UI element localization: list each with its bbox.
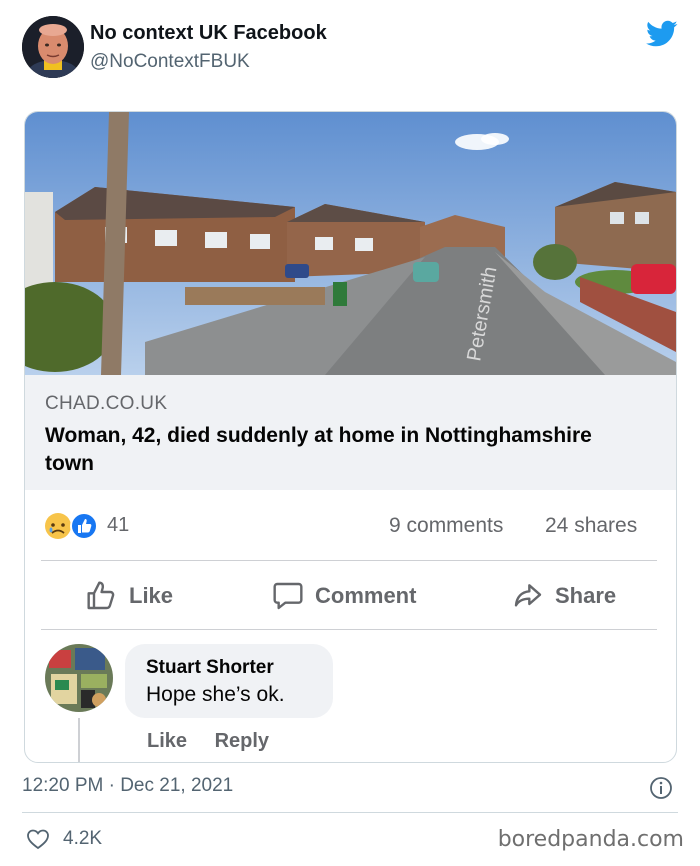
sad-reaction-icon xyxy=(45,513,71,539)
author-name[interactable]: No context UK Facebook xyxy=(90,22,327,45)
comments-count[interactable]: 9 comments xyxy=(389,514,503,538)
comment-button[interactable]: Comment xyxy=(271,579,416,613)
share-button-label: Share xyxy=(555,583,617,608)
twitter-bird-icon[interactable] xyxy=(646,20,678,48)
like-reaction-icon xyxy=(70,512,98,540)
reply-thread-line xyxy=(78,718,80,762)
reaction-icons[interactable] xyxy=(43,511,103,541)
info-icon[interactable] xyxy=(649,776,673,800)
commenter-avatar[interactable] xyxy=(45,644,113,712)
divider xyxy=(22,812,678,813)
comment-bubble-icon xyxy=(273,582,303,610)
share-button[interactable]: Share xyxy=(511,579,616,613)
like-button[interactable]: Like xyxy=(85,579,173,613)
comment-bubble: Stuart Shorter Hope she’s ok. xyxy=(125,644,333,718)
share-arrow-icon xyxy=(514,584,542,607)
thumbs-up-icon xyxy=(87,581,115,610)
link-title[interactable]: Woman, 42, died suddenly at home in Nott… xyxy=(45,422,605,478)
comment-reply-link[interactable]: Reply xyxy=(215,730,269,752)
author-handle[interactable]: @NoContextFBUK xyxy=(90,51,250,73)
like-button-label: Like xyxy=(129,583,174,608)
link-source: CHAD.CO.UK xyxy=(45,393,168,414)
comment-actions: Like Reply xyxy=(147,730,291,753)
facebook-post-embed: Petersmith CHAD.CO.UK Woman, 42, died su… xyxy=(24,111,677,763)
comment-like-link[interactable]: Like xyxy=(147,730,187,752)
comment-text: Hope she’s ok. xyxy=(146,683,285,706)
site-watermark: boredpanda.com xyxy=(497,827,684,852)
heart-icon[interactable] xyxy=(26,828,50,850)
shares-count[interactable]: 24 shares xyxy=(545,514,637,538)
divider xyxy=(41,629,657,630)
comment-button-label: Comment xyxy=(315,583,417,608)
tweet-like-count[interactable]: 4.2K xyxy=(63,828,102,850)
comment-author[interactable]: Stuart Shorter xyxy=(146,657,274,679)
link-preview[interactable]: CHAD.CO.UK Woman, 42, died suddenly at h… xyxy=(25,375,676,490)
street-photo: Petersmith xyxy=(25,112,676,375)
tweet-header: No context UK Facebook @NoContextFBUK xyxy=(22,16,682,80)
reaction-count[interactable]: 41 xyxy=(107,514,129,537)
post-action-bar: Like Comment Share xyxy=(25,561,676,629)
reactions-row: 41 9 comments 24 shares xyxy=(25,490,676,560)
tweet-timestamp[interactable]: 12:20 PM · Dec 21, 2021 xyxy=(22,775,233,797)
author-avatar[interactable] xyxy=(22,16,84,78)
